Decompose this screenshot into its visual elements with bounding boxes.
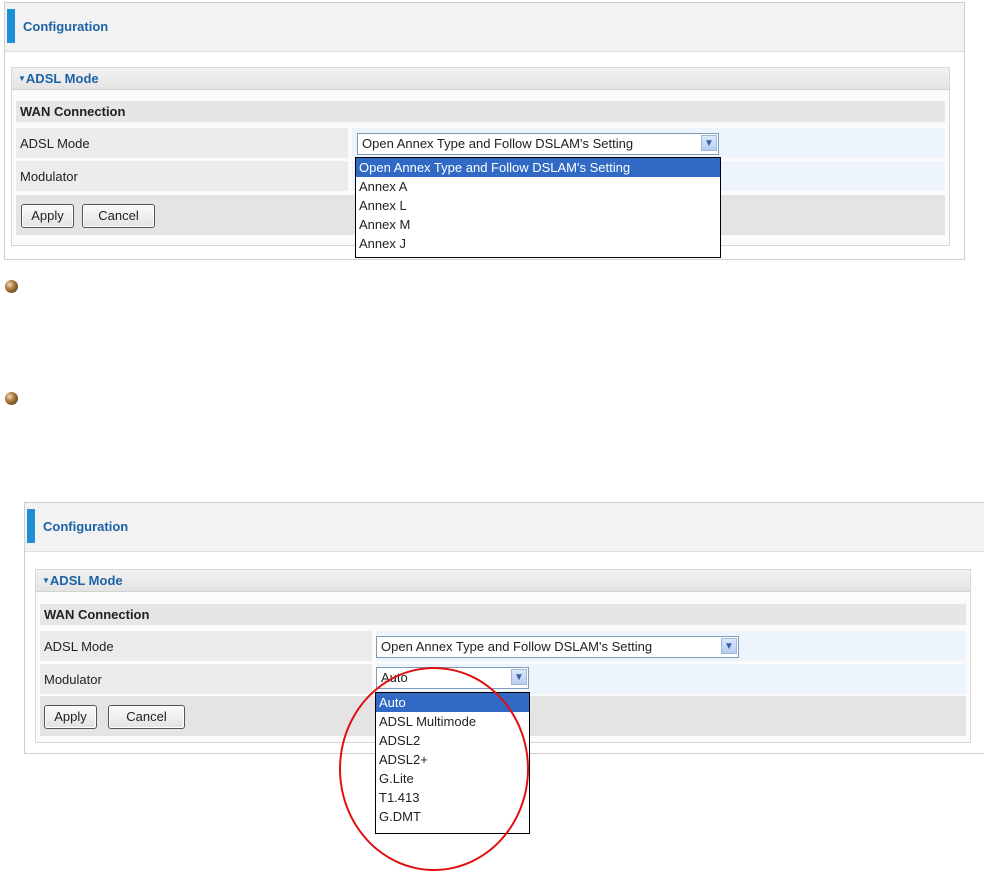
adsl-mode-selected-value: Open Annex Type and Follow DSLAM's Setti…: [381, 639, 653, 654]
adsl-mode-select[interactable]: Open Annex Type and Follow DSLAM's Setti…: [376, 636, 739, 658]
configuration-title: Configuration: [43, 519, 129, 534]
section-title: ADSL Mode: [25, 71, 99, 86]
adsl-option[interactable]: Annex M: [356, 215, 720, 234]
adsl-option[interactable]: Annex A: [356, 177, 720, 196]
wan-connection-header: WAN Connection: [16, 101, 945, 122]
wan-connection-title: WAN Connection: [44, 607, 150, 622]
configuration-bar: Configuration: [25, 503, 984, 552]
modulator-label: Modulator: [20, 169, 78, 184]
adsl-option[interactable]: Open Annex Type and Follow DSLAM's Setti…: [356, 158, 720, 177]
chevron-down-icon[interactable]: ▼: [721, 638, 737, 654]
section-header[interactable]: ▼ADSL Mode: [12, 68, 949, 90]
triangle-down-icon: ▼: [18, 74, 26, 83]
modulator-label: Modulator: [44, 672, 102, 687]
configuration-title: Configuration: [23, 19, 109, 34]
adsl-mode-label: ADSL Mode: [20, 136, 90, 151]
wan-connection-header: WAN Connection: [40, 604, 966, 625]
triangle-down-icon: ▼: [42, 576, 50, 585]
chevron-down-icon[interactable]: ▼: [701, 135, 717, 151]
adsl-mode-row: ADSL Mode Open Annex Type and Follow DSL…: [40, 631, 966, 661]
cancel-button[interactable]: Cancel: [108, 705, 185, 729]
highlight-circle: [339, 667, 529, 871]
section-header[interactable]: ▼ADSL Mode: [36, 570, 970, 592]
apply-button[interactable]: Apply: [21, 204, 74, 228]
adsl-mode-selected-value: Open Annex Type and Follow DSLAM's Setti…: [362, 136, 634, 151]
configuration-bar: Configuration: [5, 3, 964, 52]
adsl-mode-options-list[interactable]: Open Annex Type and Follow DSLAM's Setti…: [355, 157, 721, 258]
configuration-accent: [27, 509, 35, 543]
configuration-accent: [7, 9, 15, 43]
cancel-button[interactable]: Cancel: [82, 204, 155, 228]
modulator-row: Modulator Auto ▼: [40, 664, 966, 694]
adsl-option[interactable]: Annex J: [356, 234, 720, 253]
adsl-option[interactable]: Annex L: [356, 196, 720, 215]
wan-connection-title: WAN Connection: [20, 104, 126, 119]
adsl-mode-select[interactable]: Open Annex Type and Follow DSLAM's Setti…: [357, 133, 719, 155]
adsl-mode-row: ADSL Mode Open Annex Type and Follow DSL…: [16, 128, 945, 158]
chevron-down-icon[interactable]: ▼: [511, 669, 527, 685]
adsl-mode-label: ADSL Mode: [44, 639, 114, 654]
bullet-icon: [5, 392, 18, 405]
bullet-icon: [5, 280, 18, 293]
apply-button[interactable]: Apply: [44, 705, 97, 729]
section-title: ADSL Mode: [49, 573, 123, 588]
